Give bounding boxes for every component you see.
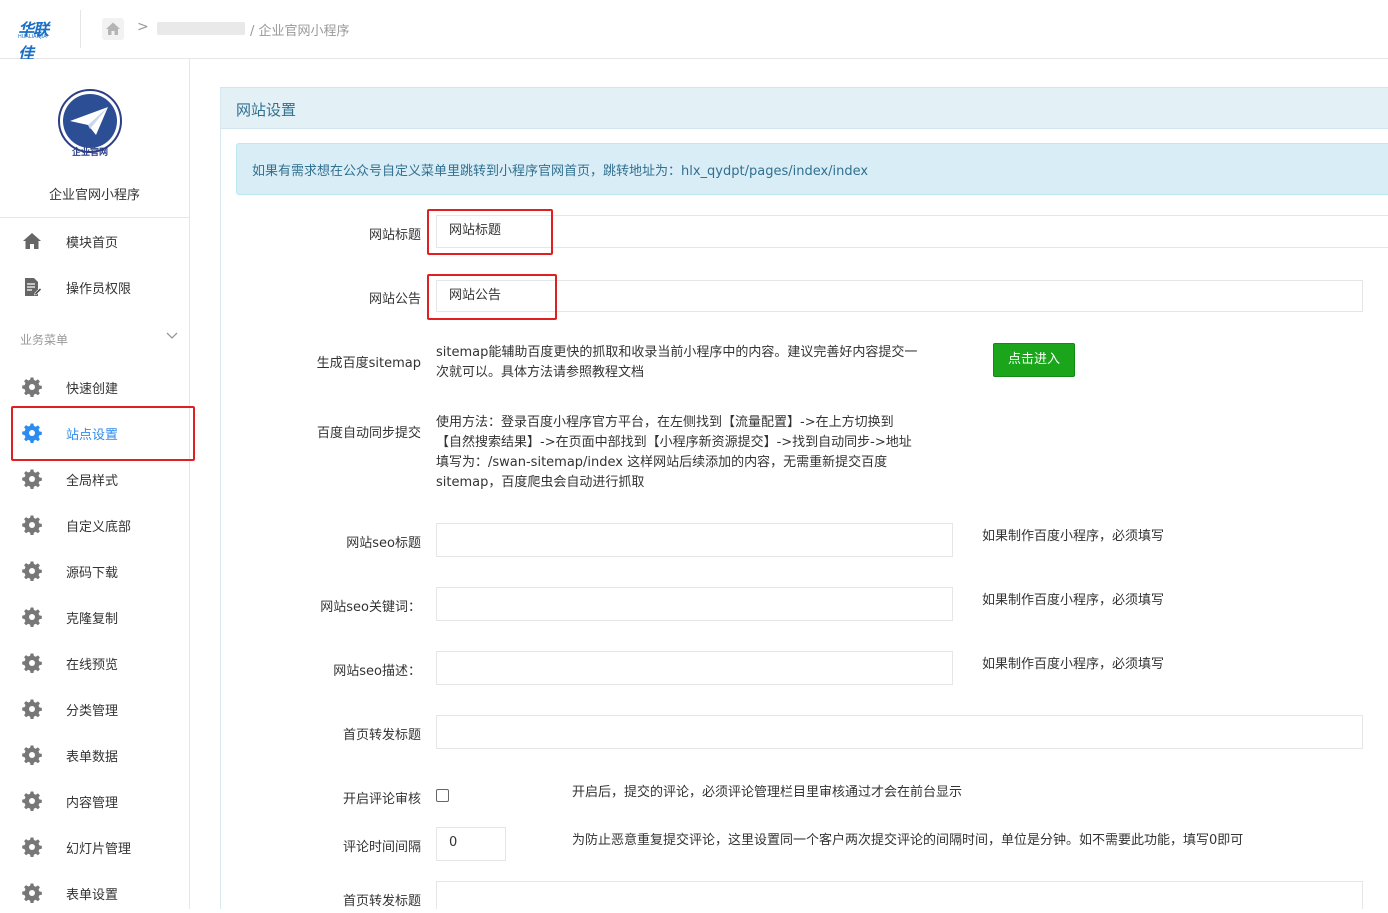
- auto-sync-line: 【自然搜索结果】->在页面中部找到【小程序新资源提交】->找到自动同步->地址: [436, 435, 912, 450]
- comment-interval-label: 评论时间间隔: [342, 840, 421, 855]
- gear-icon: [22, 561, 42, 581]
- sidebar-item-label: 在线预览: [66, 658, 119, 673]
- sidebar-item-label: 快速创建: [66, 382, 119, 397]
- seo-keywords-input[interactable]: [436, 587, 953, 621]
- highlight-box-sidebar: [11, 406, 195, 461]
- auto-sync-line: 使用方法：登录百度小程序官方平台，在左侧找到【流量配置】->在上方切换到: [436, 415, 894, 430]
- sidebar-item-label: 分类管理: [66, 704, 119, 719]
- sidebar-item-menu[interactable]: 克隆复制: [0, 597, 189, 637]
- sitemap-description-line: 次就可以。具体方法请参照教程文档: [436, 365, 645, 380]
- info-alert: 如果有需求想在公众号自定义菜单里跳转到小程序官网首页，跳转地址为：hlx_qyd…: [236, 143, 1388, 195]
- site-notice-label: 网站公告: [368, 292, 421, 307]
- top-bar: 华联佳 HUALIANJIA > / 企业官网小程序: [0, 0, 1388, 63]
- seo-description-label: 网站seo描述：: [333, 664, 421, 679]
- gear-icon: [22, 791, 42, 811]
- auto-sync-label: 百度自动同步提交: [316, 426, 421, 441]
- sidebar: 企业官网 企业官网小程序 模块首页 操作员权限 业务菜单 快速创建 站点设置 全局样…: [0, 59, 190, 909]
- site-notice-input[interactable]: 网站公告: [436, 280, 1363, 312]
- comment-review-checkbox[interactable]: [436, 789, 449, 802]
- sidebar-item-menu[interactable]: 分类管理: [0, 689, 189, 729]
- document-edit-icon: [25, 278, 42, 296]
- sidebar-section-label: 业务菜单: [20, 333, 69, 347]
- sidebar-divider: [0, 217, 189, 218]
- sidebar-item-menu[interactable]: 表单设置: [0, 873, 189, 913]
- gear-icon: [22, 515, 42, 535]
- share-title-2-label: 首页转发标题: [342, 894, 421, 909]
- panel-header: 网站设置: [221, 87, 1388, 129]
- sidebar-item-menu[interactable]: 内容管理: [0, 781, 189, 821]
- info-alert-text: 如果有需求想在公众号自定义菜单里跳转到小程序官网首页，跳转地址为：hlx_qyd…: [252, 164, 869, 179]
- sidebar-item-label: 模块首页: [66, 236, 119, 251]
- sidebar-item-label: 表单数据: [66, 750, 119, 765]
- app-name: 企业官网小程序: [48, 188, 140, 203]
- sidebar-item-label: 操作员权限: [66, 282, 132, 297]
- gear-icon: [22, 837, 42, 857]
- brand-logo-text: 华联佳: [18, 20, 49, 63]
- site-title-label: 网站标题: [368, 228, 421, 243]
- seo-title-input[interactable]: [436, 523, 953, 557]
- comment-interval-input[interactable]: 0: [436, 827, 506, 861]
- seo-description-hint: 如果制作百度小程序，必须填写: [982, 657, 1165, 672]
- share-title-input[interactable]: [436, 715, 1363, 749]
- breadcrumb-redacted: [157, 22, 245, 35]
- chevron-down-icon[interactable]: [166, 329, 178, 341]
- app-logo-icon: 企业官网: [58, 89, 122, 157]
- share-title-label: 首页转发标题: [342, 728, 421, 743]
- home-icon: [23, 233, 41, 249]
- panel-title: 网站设置: [236, 101, 297, 119]
- sidebar-item-label: 全局样式: [66, 474, 119, 489]
- sidebar-item-operator-permission[interactable]: 操作员权限: [0, 267, 189, 307]
- breadcrumb-separator: >: [137, 19, 149, 35]
- header-divider: [80, 10, 81, 48]
- gear-icon: [22, 745, 42, 765]
- sidebar-item-label: 幻灯片管理: [66, 842, 132, 857]
- sitemap-description-line: sitemap能辅助百度更快的抓取和收录当前小程序中的内容。建议完善好内容提交一: [436, 345, 918, 360]
- sidebar-item-label: 源码下载: [66, 566, 119, 581]
- sidebar-item-menu[interactable]: 源码下载: [0, 551, 189, 591]
- auto-sync-line: sitemap，百度爬虫会自动进行抓取: [436, 475, 645, 490]
- sidebar-item-label: 表单设置: [66, 888, 119, 903]
- gear-icon: [22, 377, 42, 397]
- share-title-2-input[interactable]: [436, 881, 1363, 909]
- gear-icon: [22, 883, 42, 903]
- seo-keywords-hint: 如果制作百度小程序，必须填写: [982, 593, 1165, 608]
- home-icon[interactable]: [102, 18, 124, 40]
- auto-sync-description: 使用方法：登录百度小程序官方平台，在左侧找到【流量配置】->在上方切换到 【自然…: [436, 413, 976, 493]
- sidebar-item-menu[interactable]: 表单数据: [0, 735, 189, 775]
- sidebar-item-menu[interactable]: 自定义底部: [0, 505, 189, 545]
- sidebar-item-module-home[interactable]: 模块首页: [0, 221, 189, 261]
- sidebar-item-menu[interactable]: 幻灯片管理: [0, 827, 189, 867]
- seo-title-hint: 如果制作百度小程序，必须填写: [982, 529, 1165, 544]
- sidebar-item-label: 克隆复制: [66, 612, 119, 627]
- sidebar-item-label: 自定义底部: [66, 520, 132, 535]
- comment-review-label: 开启评论审核: [342, 792, 421, 807]
- sidebar-item-label: 内容管理: [66, 796, 119, 811]
- brand-logo[interactable]: 华联佳 HUALIANJIA: [18, 16, 62, 63]
- seo-title-label: 网站seo标题: [346, 536, 421, 551]
- sidebar-item-menu[interactable]: 全局样式: [0, 459, 189, 499]
- site-title-input[interactable]: 网站标题: [436, 215, 1388, 248]
- sidebar-item-menu[interactable]: 在线预览: [0, 643, 189, 683]
- app-logo-text: 企业官网: [71, 146, 108, 157]
- seo-keywords-label: 网站seo关键词：: [320, 600, 421, 615]
- auto-sync-line: 填写为：/swan-sitemap/index 这样网站后续添加的内容，无需重新…: [436, 455, 888, 470]
- gear-icon: [22, 653, 42, 673]
- comment-interval-hint: 为防止恶意重复提交评论，这里设置同一个客户两次提交评论的间隔时间，单位是分钟。如…: [572, 833, 1244, 848]
- sitemap-label: 生成百度sitemap: [316, 356, 421, 371]
- highlight-box-site-notice: [427, 274, 557, 320]
- gear-icon: [22, 699, 42, 719]
- sitemap-enter-button[interactable]: 点击进入: [993, 343, 1075, 377]
- comment-review-hint: 开启后，提交的评论，必须评论管理栏目里审核通过才会在前台显示: [572, 785, 963, 800]
- brand-logo-subtext: HUALIANJIA: [18, 34, 47, 40]
- sidebar-item-menu[interactable]: 快速创建: [0, 367, 189, 407]
- seo-description-input[interactable]: [436, 651, 953, 685]
- sitemap-description: sitemap能辅助百度更快的抓取和收录当前小程序中的内容。建议完善好内容提交一…: [436, 343, 976, 383]
- gear-icon: [22, 607, 42, 627]
- gear-icon: [22, 469, 42, 489]
- breadcrumb-current: / 企业官网小程序: [250, 24, 350, 39]
- highlight-box-site-title: [427, 209, 553, 255]
